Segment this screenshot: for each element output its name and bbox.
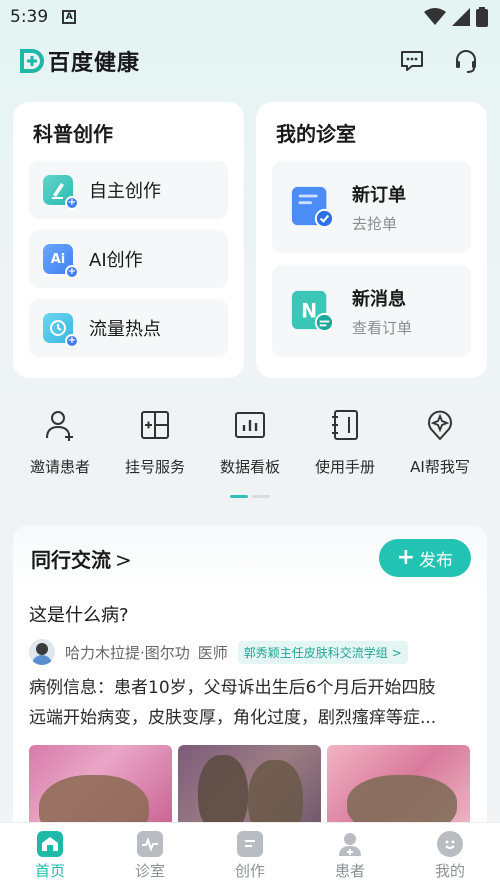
publish-label: 发布 xyxy=(419,550,453,571)
app-logo: 百度健康 xyxy=(20,45,140,77)
post-title: 这是什么病? xyxy=(29,605,129,626)
chevron-right-icon: > xyxy=(115,547,132,572)
nav-profile[interactable]: 我的 xyxy=(400,823,500,888)
post-card[interactable]: 这是什么病? 哈力木拉提·图尔功 医师 郭秀颖主任皮肤科交流学组 > 病例信息：… xyxy=(13,591,487,825)
app-header: 百度健康 xyxy=(0,34,500,88)
peer-exchange-title: 同行交流 xyxy=(31,547,111,572)
new-order-item[interactable]: 新订单 去抢单 xyxy=(272,161,471,253)
nav-home[interactable]: 首页 xyxy=(0,823,100,888)
message-icon xyxy=(401,51,423,71)
peer-exchange-section: 同行交流 > + 发布 这是什么病? 哈力木拉提·图尔功 医师 郭秀颖主任皮肤科交… xyxy=(13,525,487,825)
app-name: 百度健康 xyxy=(48,51,141,76)
message-button[interactable] xyxy=(398,47,426,75)
tool-manual-label: 使用手册 xyxy=(314,458,375,476)
order-icon xyxy=(291,186,334,229)
ai-create-label: AI创作 xyxy=(89,250,143,271)
nav-patient[interactable]: 患者 xyxy=(300,823,400,888)
customer-service-button[interactable] xyxy=(452,47,480,75)
post-images xyxy=(29,745,471,825)
tool-invite-patient-label: 邀请患者 xyxy=(29,458,90,476)
headset-icon xyxy=(456,50,476,73)
self-create-item[interactable]: + 自主创作 xyxy=(29,161,228,219)
plus-icon: + xyxy=(396,545,415,570)
wifi-icon xyxy=(424,8,446,25)
tool-dashboard-label: 数据看板 xyxy=(219,458,280,476)
author-name[interactable]: 哈力木拉提·图尔功 xyxy=(65,642,190,663)
nav-profile-label: 我的 xyxy=(434,861,465,880)
group-tag-label: 郭秀颖主任皮肤科交流学组 xyxy=(243,645,388,660)
post-image[interactable] xyxy=(327,745,470,825)
notification-icon: A xyxy=(62,10,77,24)
my-clinic-card: 我的诊室 新订单 去抢单 N 新消息 查看订单 xyxy=(256,102,487,378)
registration-icon xyxy=(141,411,169,439)
quick-tools: 邀请患者 挂号服务 数据看板 使用手册 AI帮我写 xyxy=(0,408,500,477)
manual-icon xyxy=(332,410,358,440)
invite-patient-icon xyxy=(46,411,73,441)
science-card-title: 科普创作 xyxy=(33,122,113,146)
hotspot-label: 流量热点 xyxy=(89,319,161,340)
nav-clinic-label: 诊室 xyxy=(134,861,165,880)
post-body: 病例信息：患者10岁，父母诉出生后6个月后开始四肢 远端开始病变，皮肤变厚，角化… xyxy=(29,673,471,733)
post-image[interactable] xyxy=(178,745,321,825)
status-time: 5:39 xyxy=(10,7,49,27)
group-tag[interactable]: 郭秀颖主任皮肤科交流学组 > xyxy=(237,640,408,664)
clinic-card-title: 我的诊室 xyxy=(276,122,356,146)
publish-button[interactable]: + 发布 xyxy=(378,539,471,577)
patient-icon xyxy=(337,831,363,857)
tool-ai-write-label: AI帮我写 xyxy=(410,458,470,476)
home-icon xyxy=(37,830,63,857)
new-message-item[interactable]: N 新消息 查看订单 xyxy=(272,265,471,357)
tool-dashboard[interactable]: 数据看板 xyxy=(204,408,296,477)
science-creation-card: 科普创作 + 自主创作 Ai + AI创作 + 流量热点 xyxy=(13,102,244,378)
ai-icon: Ai + xyxy=(43,244,79,279)
create-icon xyxy=(237,830,263,857)
notes-icon: N xyxy=(291,290,334,333)
page-dot-active xyxy=(230,495,248,498)
new-order-subtitle: 去抢单 xyxy=(352,214,398,233)
pen-icon: + xyxy=(43,175,79,210)
ai-create-item[interactable]: Ai + AI创作 xyxy=(29,230,228,288)
avatar[interactable] xyxy=(29,639,55,665)
new-message-title: 新消息 xyxy=(352,288,406,310)
status-icons xyxy=(424,7,488,27)
post-author: 哈力木拉提·图尔功 医师 郭秀颖主任皮肤科交流学组 > xyxy=(29,639,471,665)
hotspot-item[interactable]: + 流量热点 xyxy=(29,299,228,357)
hotspot-icon: + xyxy=(43,313,79,348)
signal-icon xyxy=(452,8,470,26)
profile-icon xyxy=(437,830,463,857)
post-body-line-2: 远端开始病变，皮肤变厚，角化过度，剧烈瘙痒等症... xyxy=(29,708,437,728)
nav-clinic[interactable]: 诊室 xyxy=(100,823,200,888)
new-message-subtitle: 查看订单 xyxy=(352,318,413,337)
logo-icon xyxy=(20,49,44,73)
tool-ai-write[interactable]: AI帮我写 xyxy=(394,408,486,477)
tool-registration-label: 挂号服务 xyxy=(124,458,185,476)
tool-manual[interactable]: 使用手册 xyxy=(299,408,391,477)
ai-write-icon xyxy=(428,410,452,440)
nav-create[interactable]: 创作 xyxy=(200,823,300,888)
peer-exchange-link[interactable]: 同行交流 > xyxy=(31,544,132,573)
self-create-label: 自主创作 xyxy=(89,181,161,202)
post-body-line-1: 病例信息：患者10岁，父母诉出生后6个月后开始四肢 xyxy=(29,678,436,698)
dashboard-icon xyxy=(235,412,265,438)
svg-text:N: N xyxy=(301,300,317,323)
nav-home-label: 首页 xyxy=(34,861,65,880)
page-dot xyxy=(252,495,270,498)
battery-icon xyxy=(476,7,488,27)
post-image[interactable] xyxy=(29,745,172,825)
new-order-title: 新订单 xyxy=(352,184,406,206)
tool-invite-patient[interactable]: 邀请患者 xyxy=(14,408,106,477)
tool-registration[interactable]: 挂号服务 xyxy=(109,408,201,477)
status-bar: 5:39 A xyxy=(0,0,500,34)
clinic-icon xyxy=(137,830,163,857)
nav-patient-label: 患者 xyxy=(334,861,365,880)
author-role: 医师 xyxy=(197,643,228,662)
tools-page-indicator xyxy=(0,495,500,498)
bottom-navigation: 首页 诊室 创作 患者 我的 xyxy=(0,822,500,888)
nav-create-label: 创作 xyxy=(234,861,265,880)
